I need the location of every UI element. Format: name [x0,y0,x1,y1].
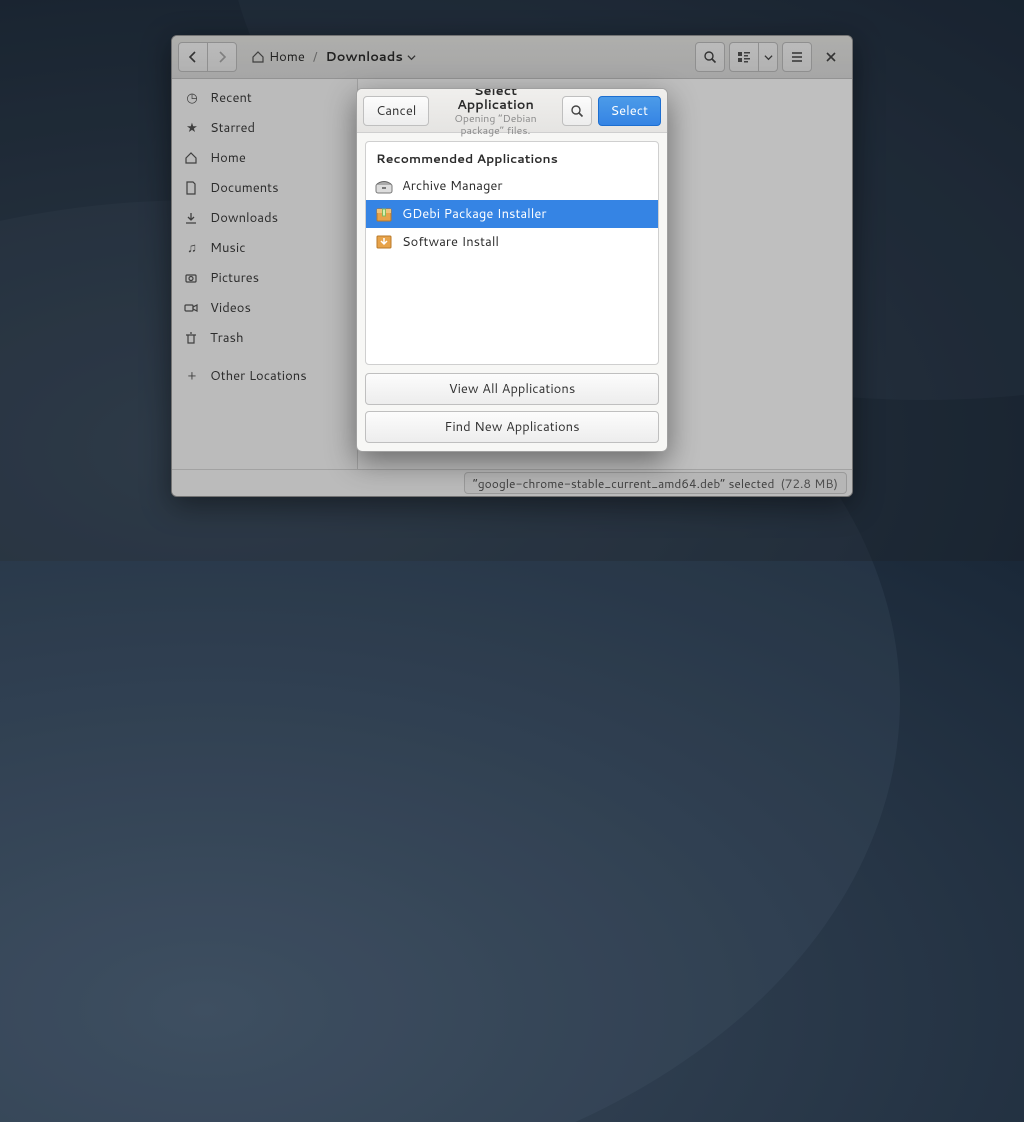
dialog-content: Recommended Applications Archive Manager… [357,133,667,373]
dialog-title: Select Application [435,88,555,113]
view-all-label: View All Applications [449,380,576,398]
dialog-title-wrap: Select Application Opening “Debian packa… [435,88,555,138]
app-row-gdebi[interactable]: GDebi Package Installer [366,200,658,228]
app-row-label: Software Install [402,233,499,251]
app-list: Recommended Applications Archive Manager… [365,141,659,365]
gdebi-icon [374,204,394,224]
select-button[interactable]: Select [598,96,661,126]
app-row-label: GDebi Package Installer [402,205,546,223]
app-row-archive-manager[interactable]: Archive Manager [366,172,658,200]
select-label: Select [611,102,648,120]
app-list-section-label: Recommended Applications [366,142,658,172]
cancel-label: Cancel [376,102,416,120]
dialog-footer: View All Applications Find New Applicati… [357,373,667,451]
app-row-software-install[interactable]: Software Install [366,228,658,256]
select-application-dialog: Cancel Select Application Opening “Debia… [356,88,668,452]
view-all-applications-button[interactable]: View All Applications [365,373,659,405]
cancel-button[interactable]: Cancel [363,96,429,126]
app-row-label: Archive Manager [402,177,503,195]
archive-manager-icon [374,176,394,196]
dialog-header: Cancel Select Application Opening “Debia… [357,89,667,133]
find-new-label: Find New Applications [444,418,579,436]
search-icon [570,104,584,118]
dialog-search-button[interactable] [562,96,592,126]
find-new-applications-button[interactable]: Find New Applications [365,411,659,443]
software-install-icon [374,232,394,252]
